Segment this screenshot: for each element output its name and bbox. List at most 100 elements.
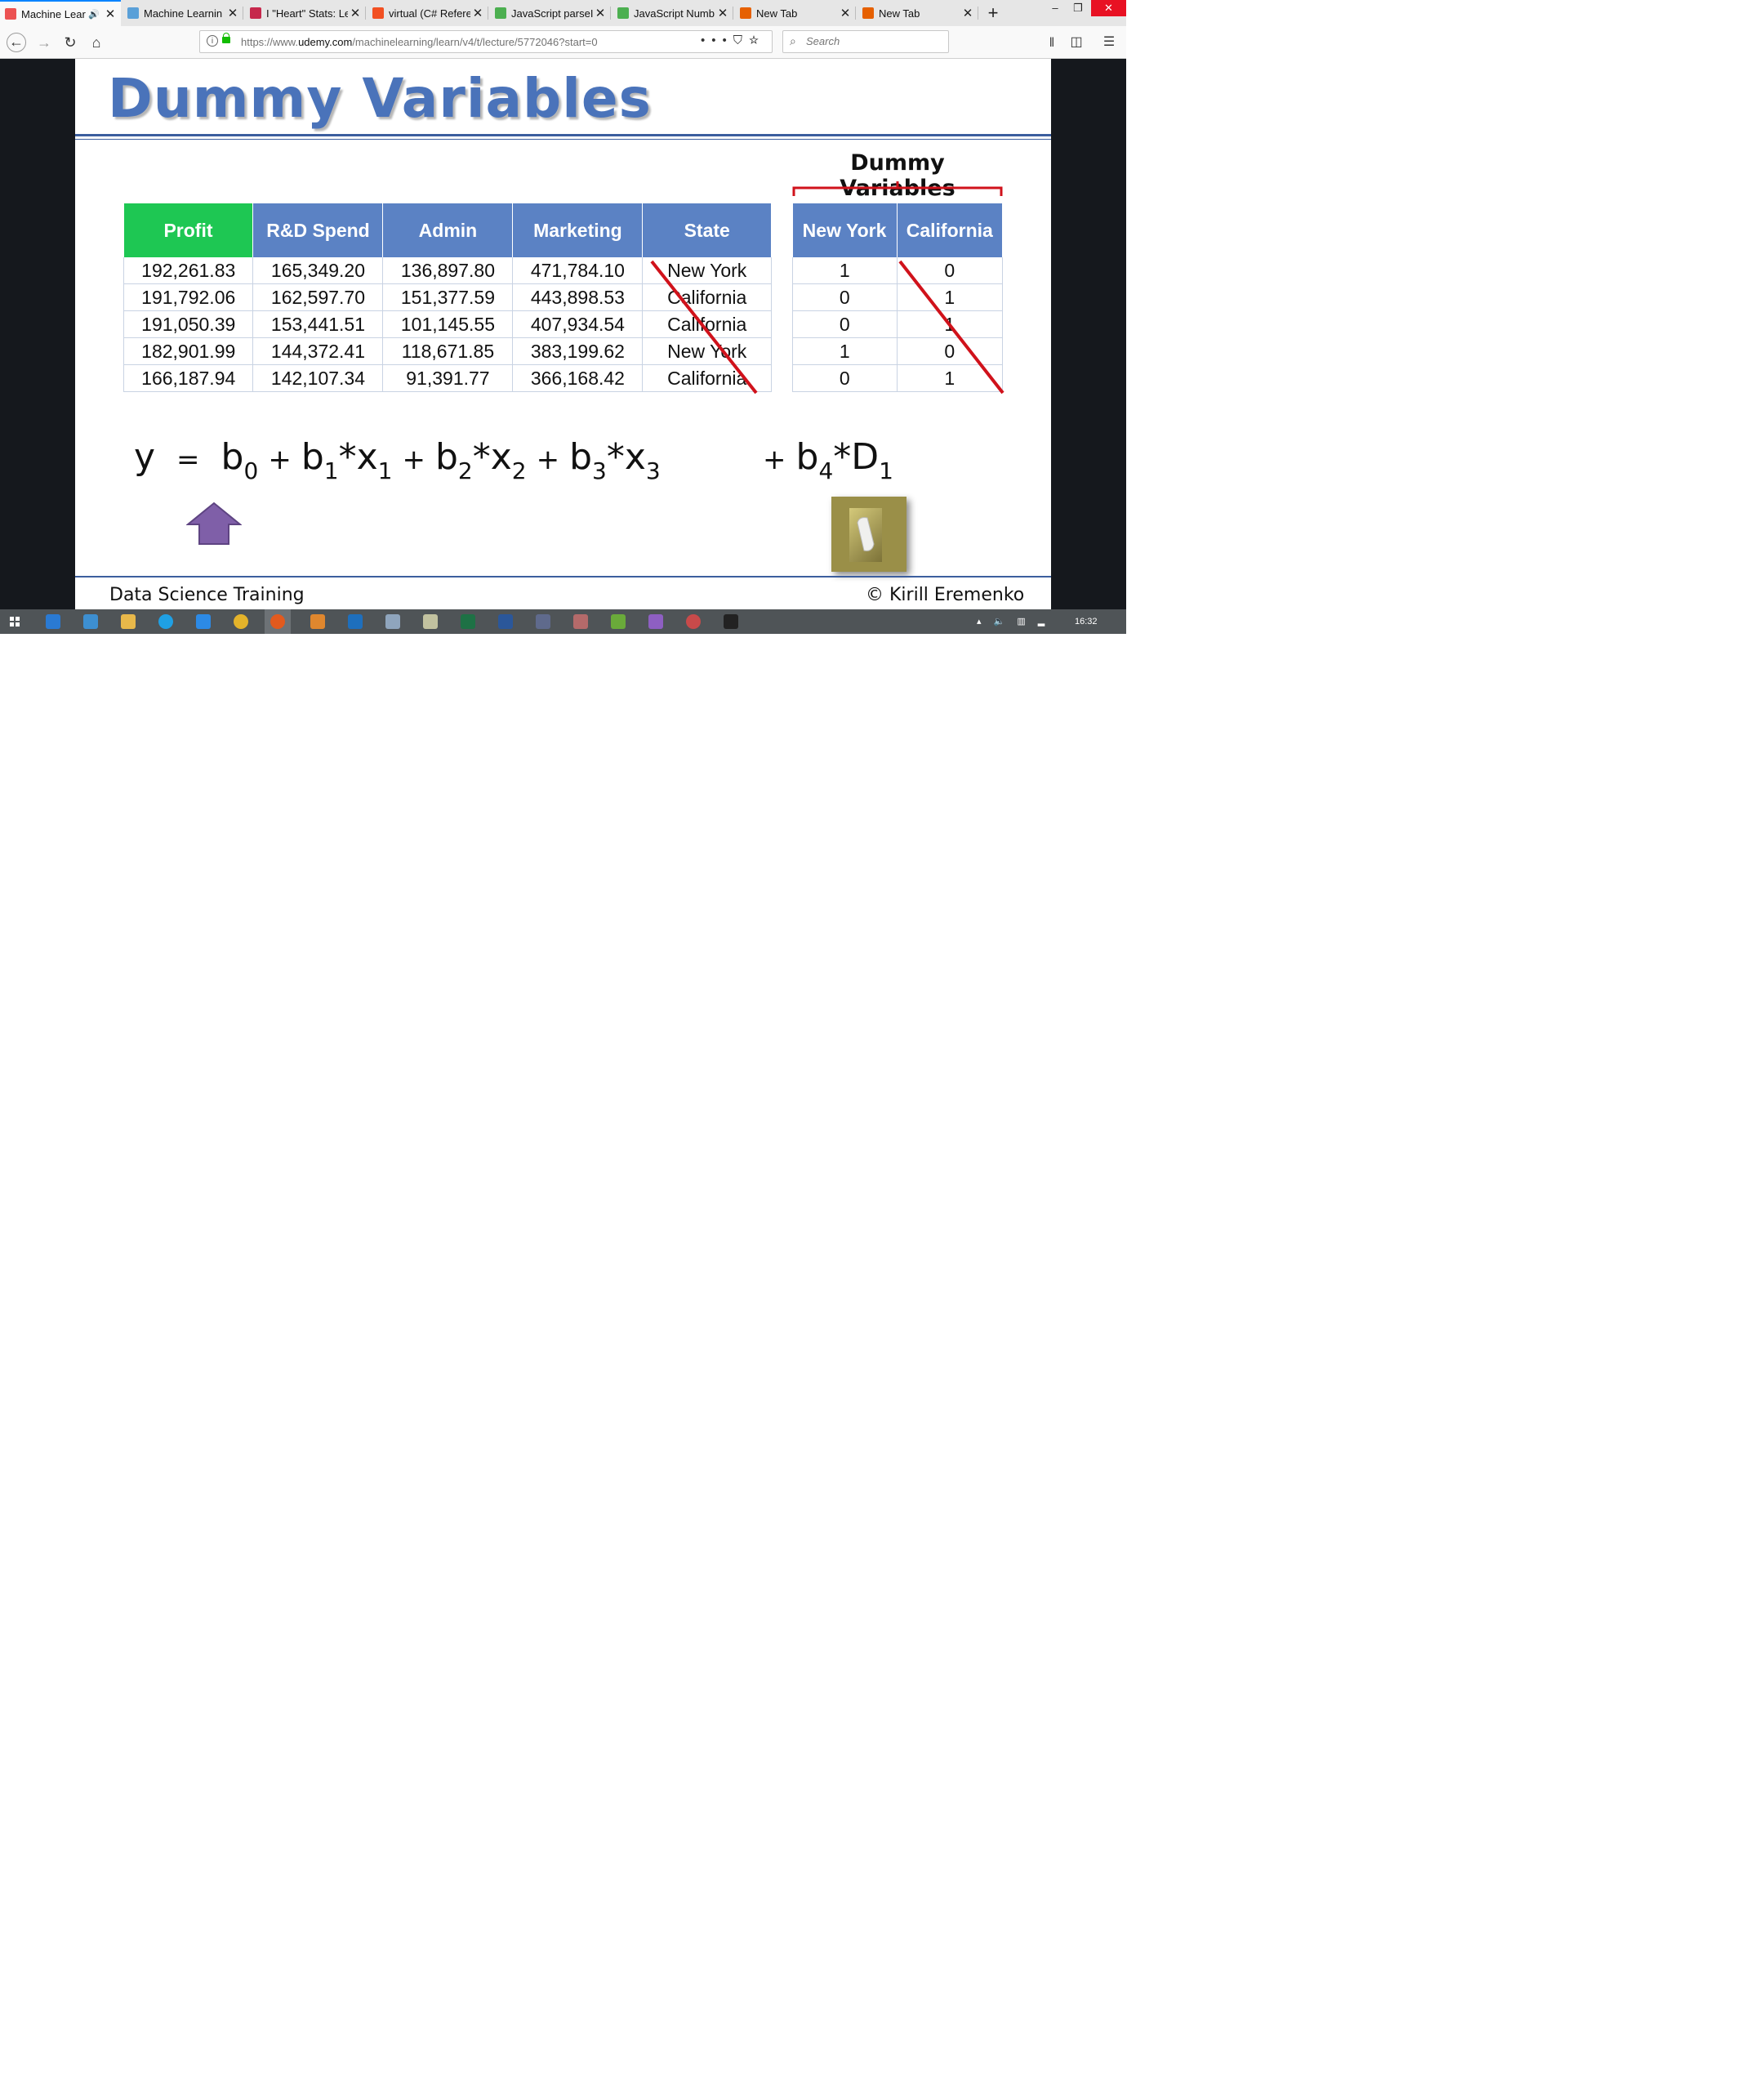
- term-var-sub: 1: [377, 457, 393, 484]
- minimize-button[interactable]: –: [1044, 0, 1067, 16]
- url-text[interactable]: https://www.udemy.com/machinelearning/le…: [241, 36, 598, 48]
- visual-studio-icon[interactable]: [648, 614, 663, 629]
- computer-icon[interactable]: [83, 614, 98, 629]
- search-box[interactable]: ⌕: [782, 30, 949, 53]
- folder-icon[interactable]: [121, 614, 136, 629]
- url-prefix: https://www.: [241, 36, 299, 48]
- pocket-icon[interactable]: ⛉: [733, 33, 749, 47]
- app-icon[interactable]: [686, 614, 701, 629]
- table-cell: 142,107.34: [252, 364, 384, 392]
- network-icon[interactable]: [536, 614, 550, 629]
- tab-6[interactable]: New Tab ✕: [735, 0, 856, 26]
- home-button[interactable]: ⌂: [87, 33, 106, 52]
- footer-divider: [75, 576, 1051, 577]
- outlook-icon[interactable]: [46, 614, 60, 629]
- info-icon[interactable]: i: [207, 35, 218, 47]
- close-window-button[interactable]: ✕: [1091, 0, 1126, 16]
- excel-icon[interactable]: [461, 614, 475, 629]
- library-icon[interactable]: 𝍪: [1042, 33, 1062, 51]
- table-cell: 166,187.94: [122, 364, 254, 392]
- taskbar-clock[interactable]: 16:32: [1075, 617, 1098, 627]
- term-coef-sub: 3: [592, 457, 607, 484]
- table-cell: 101,145.55: [382, 310, 514, 338]
- new-tab-button[interactable]: +: [980, 0, 1006, 26]
- vscode-icon[interactable]: [348, 614, 363, 629]
- pen-icon[interactable]: [611, 614, 626, 629]
- column-header: New York: [792, 203, 898, 257]
- url-bar[interactable]: i https://www.udemy.com/machinelearning/…: [199, 30, 773, 53]
- table-cell: 0: [896, 257, 1004, 284]
- tab-4[interactable]: JavaScript parseI ✕: [490, 0, 611, 26]
- equation-plus: +: [536, 444, 560, 476]
- equation-plus: +: [402, 444, 425, 476]
- url-domain: udemy.com: [298, 36, 353, 48]
- title-divider-thin: [75, 139, 1051, 140]
- terminal-icon[interactable]: [724, 614, 738, 629]
- search-input[interactable]: [804, 34, 947, 48]
- tab-strip: Machine Lear 🔊 ✕ Machine Learnin ✕ I "Heart" …: [0, 0, 1126, 26]
- tab-title: I "Heart" Stats: Le: [266, 7, 348, 20]
- tab-2[interactable]: I "Heart" Stats: Le ✕: [245, 0, 366, 26]
- equation-term: b1*x1: [301, 436, 393, 484]
- edx-icon: [250, 7, 261, 19]
- chrome-icon[interactable]: [234, 614, 248, 629]
- term-var-sub: 3: [645, 457, 661, 484]
- tab-7[interactable]: New Tab ✕: [858, 0, 978, 26]
- firefox-icon[interactable]: [270, 614, 285, 629]
- system-tray[interactable]: ▴ 🔈 ▥ ▂: [977, 616, 1049, 627]
- table-row: 182,901.99 144,372.41 118,671.85 383,199.62…: [122, 337, 772, 365]
- close-tab-icon[interactable]: ✕: [593, 6, 608, 20]
- table-cell: 383,199.62: [512, 337, 644, 365]
- column-header: California: [897, 203, 1004, 257]
- term-coef-sub: 2: [457, 457, 473, 484]
- dummy-var-sub: 1: [879, 457, 893, 484]
- page-actions-icon[interactable]: •••: [701, 33, 733, 47]
- back-button[interactable]: ←: [7, 33, 26, 52]
- video-player[interactable]: Dummy Variables Profit R&D Spend Admin Mark…: [0, 59, 1126, 609]
- table-row: 01: [792, 310, 1004, 338]
- term-coef: b: [569, 436, 593, 478]
- reload-button[interactable]: ↻: [60, 33, 80, 52]
- table-cell: 151,377.59: [382, 283, 514, 311]
- equation-term: b3*x3: [569, 436, 661, 484]
- edge-icon[interactable]: [196, 614, 211, 629]
- sublime-icon[interactable]: [310, 614, 325, 629]
- close-tab-icon[interactable]: ✕: [225, 6, 240, 20]
- lock-icon: [222, 33, 230, 43]
- table-cell: 471,784.10: [512, 257, 644, 284]
- close-tab-icon[interactable]: ✕: [103, 7, 118, 21]
- sidebar-icon[interactable]: ◫: [1067, 33, 1086, 51]
- dummy-term-plus: +: [763, 444, 786, 476]
- dummy-variables-table: New York California 1001011001: [792, 203, 1004, 392]
- printer-icon[interactable]: [385, 614, 400, 629]
- close-tab-icon[interactable]: ✕: [715, 6, 730, 20]
- table-row: 191,792.06 162,597.70 151,377.59 443,898.53…: [122, 283, 772, 311]
- word-icon[interactable]: [498, 614, 513, 629]
- audio-icon[interactable]: 🔊: [88, 9, 100, 20]
- skype-icon[interactable]: [158, 614, 173, 629]
- table-cell: 192,261.83: [122, 257, 254, 284]
- close-tab-icon[interactable]: ✕: [838, 6, 853, 20]
- tab-1[interactable]: Machine Learnin ✕: [122, 0, 243, 26]
- close-tab-icon[interactable]: ✕: [348, 6, 363, 20]
- tab-0[interactable]: Machine Lear 🔊 ✕: [0, 0, 121, 26]
- column-header: State: [642, 203, 772, 257]
- close-tab-icon[interactable]: ✕: [470, 6, 485, 20]
- lecture-slide: Dummy Variables Profit R&D Spend Admin Mark…: [75, 59, 1051, 609]
- tab-5[interactable]: JavaScript Numb ✕: [612, 0, 733, 26]
- windows-start-icon[interactable]: [10, 617, 20, 627]
- restore-button[interactable]: ❐: [1067, 0, 1089, 16]
- navigation-bar: ← → ↻ ⌂ i https://www.udemy.com/machinel…: [0, 26, 1126, 59]
- tools-icon[interactable]: [423, 614, 438, 629]
- tab-3[interactable]: virtual (C# Refere ✕: [368, 0, 488, 26]
- table-cell: New York: [642, 337, 772, 365]
- close-tab-icon[interactable]: ✕: [960, 6, 975, 20]
- forward-button[interactable]: →: [34, 33, 54, 52]
- paint-icon[interactable]: [573, 614, 588, 629]
- table-cell: 1: [792, 257, 898, 284]
- table-cell: California: [642, 310, 772, 338]
- menu-icon[interactable]: ☰: [1099, 33, 1119, 51]
- term-coef: b: [434, 436, 458, 478]
- bookmark-star-icon[interactable]: ☆: [749, 33, 765, 47]
- column-header: Profit: [123, 203, 254, 257]
